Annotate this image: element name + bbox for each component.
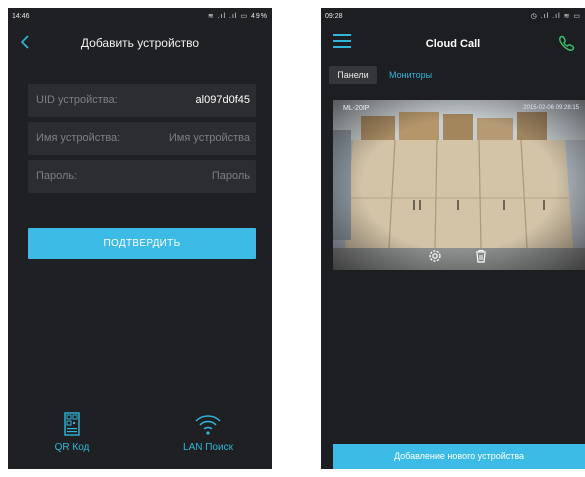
status-bar: 14:46 ≋ .ıl .ıl ▭ 49%: [8, 8, 272, 26]
uid-label: UID устройства:: [36, 94, 118, 106]
device-name-field[interactable]: Имя устройства: Имя устройства: [28, 122, 256, 155]
gear-icon[interactable]: [427, 248, 443, 264]
app-title: Cloud Call: [425, 38, 481, 50]
status-bar: 09:28 ◷ .ıl .ıl ≋ ▭: [321, 8, 585, 26]
qr-code-label: QR Код: [54, 442, 90, 453]
add-device-screen: 14:46 ≋ .ıl .ıl ▭ 49% Добавить устройств…: [8, 8, 272, 469]
status-time: 14:46: [12, 13, 30, 20]
status-indicators: ≋ .ıl .ıl ▭ 49%: [207, 13, 268, 20]
camera-image: [333, 100, 585, 270]
page-title: Добавить устройство: [80, 36, 200, 50]
camera-name: ML-20IP: [343, 105, 370, 112]
confirm-button[interactable]: ПОДТВЕРДИТЬ: [28, 228, 256, 259]
uid-field[interactable]: UID устройства: al097d0f45: [28, 84, 256, 117]
uid-value[interactable]: al097d0f45: [196, 94, 250, 106]
camera-tools: [333, 248, 585, 268]
status-indicators: ◷ .ıl .ıl ≋ ▭: [530, 13, 581, 20]
wifi-icon: [195, 415, 221, 435]
camera-preview[interactable]: ML-20IP 2015-02-06 09:28:15: [333, 100, 585, 270]
tab-panels[interactable]: Панели: [329, 66, 377, 84]
trash-icon[interactable]: [473, 248, 489, 264]
lan-search-button[interactable]: LAN Поиск: [168, 412, 248, 453]
qr-code-button[interactable]: QR Код: [32, 412, 112, 453]
password-label: Пароль:: [36, 170, 78, 182]
password-field[interactable]: Пароль: Пароль: [28, 160, 256, 193]
lan-search-label: LAN Поиск: [183, 442, 233, 453]
camera-timestamp: 2015-02-06 09:28:15: [523, 105, 579, 111]
cloud-call-screen: 09:28 ◷ .ıl .ıl ≋ ▭ Cloud Call Панели Мо…: [321, 8, 585, 469]
password-input[interactable]: Пароль: [212, 170, 250, 182]
device-name-input[interactable]: Имя устройства: [169, 132, 250, 144]
nav-bar: Добавить устройство: [8, 26, 272, 62]
status-time: 09:28: [325, 13, 343, 20]
add-device-button[interactable]: Добавление нового устройства: [333, 444, 585, 469]
qr-code-icon: [64, 412, 80, 436]
phone-icon[interactable]: [557, 34, 575, 52]
tab-monitors[interactable]: Мониторы: [389, 66, 432, 84]
device-name-label: Имя устройства:: [36, 132, 121, 144]
top-bar: Cloud Call: [321, 26, 585, 60]
